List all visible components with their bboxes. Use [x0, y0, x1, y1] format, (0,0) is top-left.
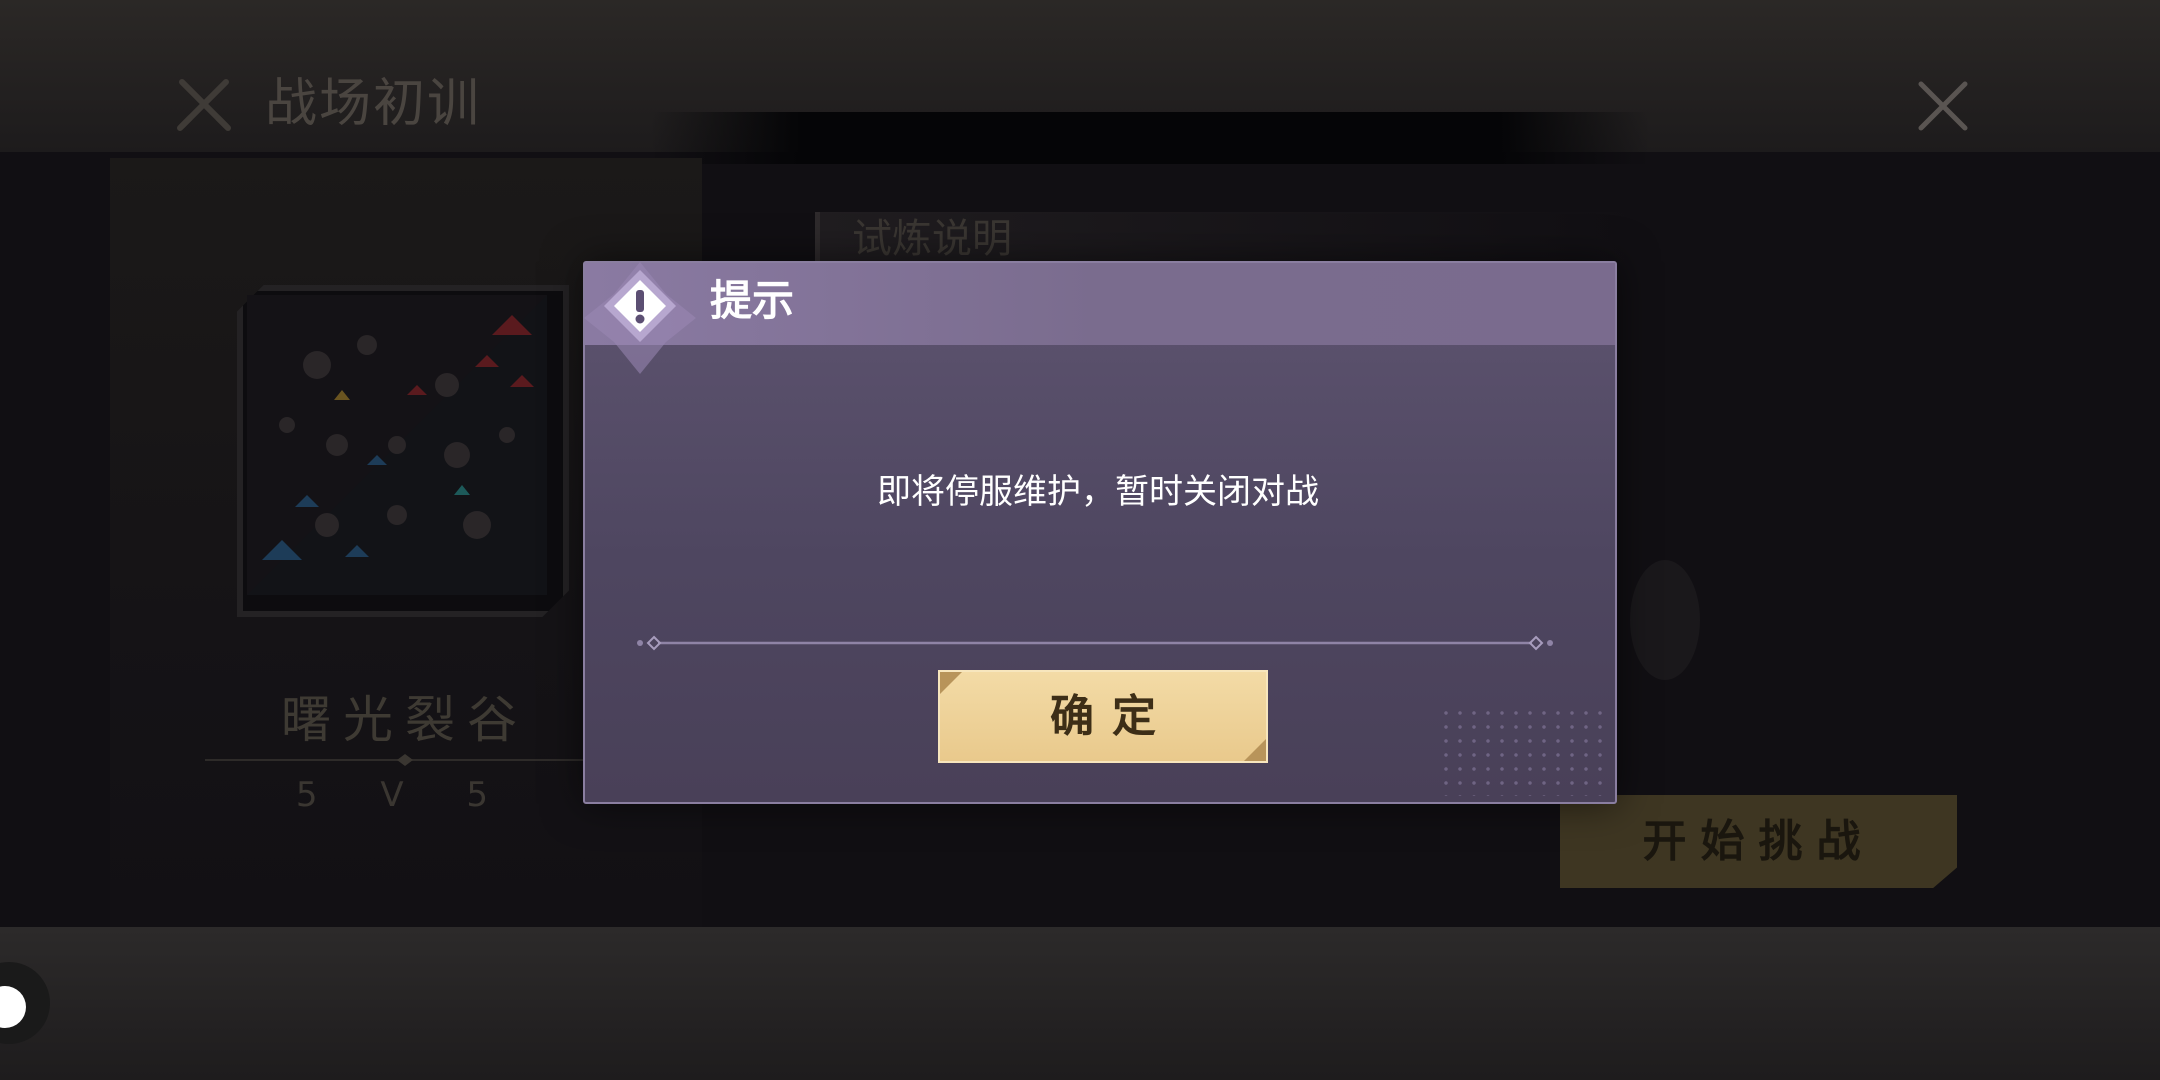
map-name: 曙光裂谷	[281, 691, 529, 749]
confirm-button[interactable]: 确定	[938, 670, 1268, 763]
exclamation-diamond-icon	[584, 262, 696, 374]
map-mode: 5 V 5	[295, 775, 515, 815]
section-title: 试炼说明	[852, 216, 1012, 262]
avatar	[1630, 560, 1700, 680]
map-name-divider	[205, 754, 605, 766]
crossed-swords-icon	[177, 79, 231, 131]
minimap	[247, 295, 547, 595]
confirm-button-label: 确定	[1050, 691, 1174, 742]
start-challenge-label: 开始挑战	[1642, 816, 1875, 867]
close-icon[interactable]	[1915, 78, 1971, 134]
mode-title: 战场初训	[265, 74, 482, 134]
bottom-band	[0, 927, 2160, 1080]
dialog-dot-pattern	[1439, 706, 1609, 796]
dialog-title: 提示	[710, 276, 795, 325]
top-divider-strip	[650, 112, 1650, 164]
game-screen: 战场初训 曙光裂谷 5 V 5 试炼说明 开始挑战 提示 即将停服维护，暂时关闭…	[0, 0, 2160, 1080]
dialog-divider	[637, 635, 1553, 651]
dialog-message: 即将停服维护，暂时关闭对战	[877, 472, 1319, 512]
